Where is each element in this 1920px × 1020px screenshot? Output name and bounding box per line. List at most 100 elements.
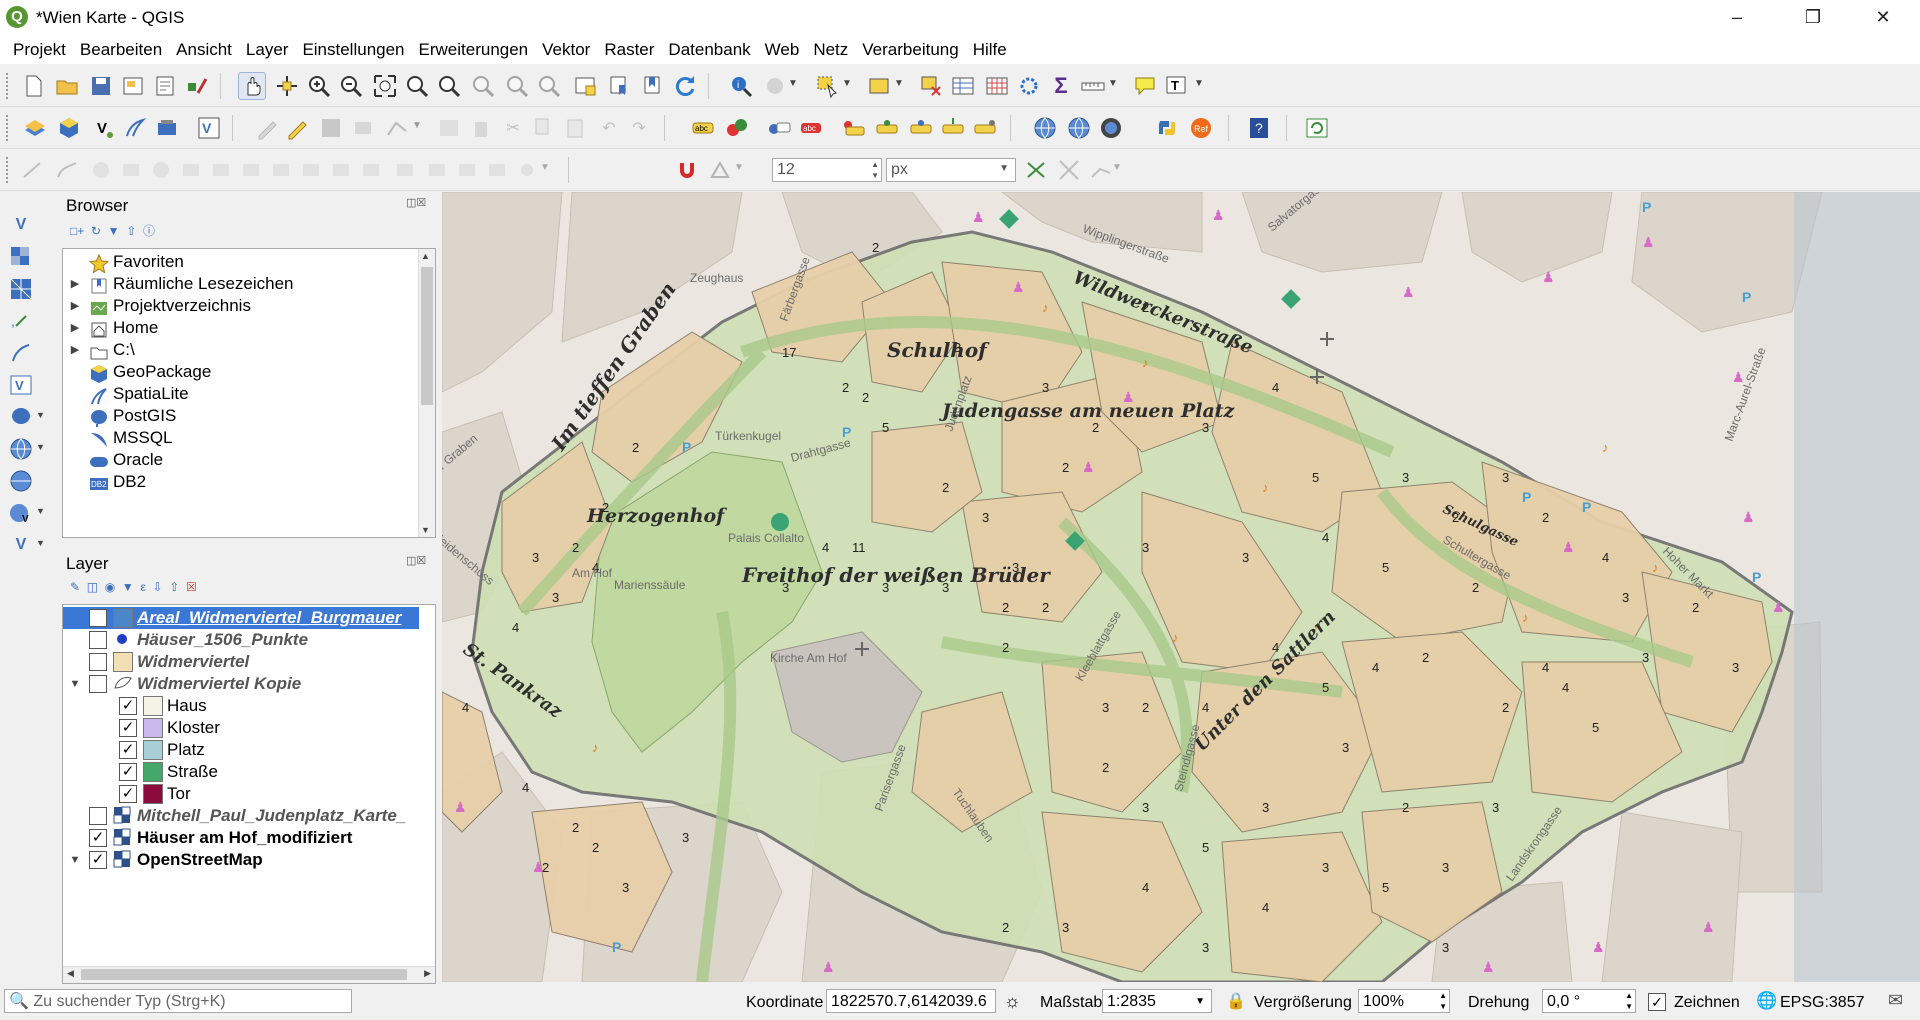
minimize-icon[interactable]: – <box>1706 0 1768 36</box>
filter-expression-icon[interactable]: ε <box>140 580 145 594</box>
panel-float-close-icons[interactable]: ◫☒ <box>406 554 426 567</box>
browser-item[interactable]: ▶ C:\ <box>63 339 418 361</box>
layer-item[interactable]: Areal_Widmerviertel_Burgmauer <box>63 607 419 629</box>
chevron-down-icon[interactable]: ▼ <box>788 78 814 104</box>
offset-curve-button[interactable] <box>268 157 294 183</box>
mouse-icon[interactable]: ☼ <box>1004 991 1021 1012</box>
chevron-down-icon[interactable]: ▼ <box>36 538 62 564</box>
messages-icon[interactable]: ✉ <box>1888 990 1903 1011</box>
wfs-globe-icon[interactable] <box>1066 115 1092 141</box>
select-features-button[interactable] <box>814 73 840 99</box>
refresh-icon[interactable]: ↻ <box>91 224 101 238</box>
map-tips-button[interactable] <box>1132 73 1158 99</box>
render-checkbox[interactable]: ✓ <box>1648 993 1666 1011</box>
move-label-button[interactable] <box>874 115 900 141</box>
modify-attributes-button[interactable] <box>436 115 462 141</box>
browser-item[interactable]: Favoriten <box>63 251 418 274</box>
vertex-tool-button[interactable] <box>384 115 410 141</box>
new-spatialite-layer-button[interactable] <box>122 115 148 141</box>
delete-ring-button[interactable] <box>178 157 204 183</box>
select-by-value-button[interactable] <box>866 73 892 99</box>
chevron-right-icon[interactable]: ▶ <box>69 295 81 317</box>
map-canvas[interactable]: 2332 2345 3232 4234 17 2 2 5 2332 3345 233 … <box>442 192 1920 982</box>
menu-datenbank[interactable]: Datenbank <box>661 36 757 64</box>
reshape-features-button[interactable] <box>238 157 264 183</box>
add-raster-layer-icon[interactable] <box>8 244 34 270</box>
collapse-all-icon[interactable]: ⇧ <box>126 224 136 238</box>
split-features-button[interactable] <box>392 157 418 183</box>
new-print-layout-button[interactable] <box>120 73 146 99</box>
delete-part-button[interactable] <box>208 157 234 183</box>
undo-icon[interactable]: ↶ <box>596 115 622 141</box>
trim-extend-button[interactable] <box>328 157 354 183</box>
new-project-button[interactable] <box>20 73 46 99</box>
browser-item[interactable]: DB2 DB2 <box>63 471 418 493</box>
add-part-button[interactable] <box>118 157 144 183</box>
snapping-mode-icon[interactable] <box>708 157 734 183</box>
add-wms-icon[interactable] <box>8 436 34 462</box>
rotate-point-symbols-button[interactable] <box>514 157 540 183</box>
chevron-down-icon[interactable]: ▼ <box>1108 78 1134 104</box>
remove-layer-icon[interactable]: ☒ <box>186 580 197 594</box>
spin-arrows-icon[interactable]: ▲ ▼ <box>871 159 879 181</box>
spin-arrows-icon[interactable]: ▲ ▼ <box>1439 990 1447 1012</box>
toolbox-button[interactable] <box>1016 73 1042 99</box>
toolbar-handle[interactable] <box>6 115 12 141</box>
add-vector-tile-icon[interactable]: V <box>8 500 34 526</box>
new-map-view-button[interactable] <box>572 73 598 99</box>
run-feature-action-button[interactable] <box>762 73 788 99</box>
open-project-button[interactable] <box>54 73 80 99</box>
collapse-all-icon[interactable]: ⇧ <box>169 580 179 594</box>
chevron-down-icon[interactable]: ▼ <box>842 78 868 104</box>
restore-icon[interactable]: ❐ <box>1782 0 1844 36</box>
refresh-button[interactable] <box>672 73 698 99</box>
add-ring-button[interactable] <box>88 157 114 183</box>
chevron-down-icon[interactable]: ▼ <box>69 849 81 871</box>
save-edits-button[interactable] <box>318 115 344 141</box>
change-label-button[interactable] <box>940 115 966 141</box>
menu-erweiterungen[interactable]: Erweiterungen <box>412 36 536 64</box>
browser-scrollbar[interactable]: ▲ ▼ <box>418 249 435 537</box>
zoom-in-button[interactable] <box>306 73 332 99</box>
wcs-globe-icon[interactable] <box>1098 115 1124 141</box>
zoom-native-button[interactable] <box>470 73 496 99</box>
split-parts-button[interactable] <box>424 157 450 183</box>
fill-ring-button[interactable] <box>148 157 174 183</box>
layer-visibility-checkbox[interactable]: ✓ <box>119 763 137 781</box>
zoom-out-button[interactable] <box>338 73 364 99</box>
layer-visibility-checkbox[interactable] <box>89 653 107 671</box>
browser-item[interactable]: ▶ Räumliche Lesezeichen <box>63 273 418 295</box>
text-annotation-button[interactable]: T <box>1164 73 1190 99</box>
add-feature-button[interactable] <box>350 115 376 141</box>
layer-visibility-checkbox[interactable]: ✓ <box>119 697 137 715</box>
browser-item[interactable]: PostGIS <box>63 405 418 427</box>
panel-float-close-icons[interactable]: ◫☒ <box>406 196 426 209</box>
menu-projekt[interactable]: Projekt <box>6 36 73 64</box>
layer-visibility-checkbox[interactable] <box>89 807 107 825</box>
browser-item[interactable]: MSSQL <box>63 427 418 449</box>
browser-item[interactable]: ▶ Projektverzeichnis <box>63 295 418 317</box>
info-icon[interactable]: ⓘ <box>143 224 155 238</box>
new-bookmark-button[interactable] <box>606 73 632 99</box>
menu-einstellungen[interactable]: Einstellungen <box>295 36 411 64</box>
zoom-to-selection-button[interactable] <box>404 73 430 99</box>
zoom-to-layer-button[interactable] <box>436 73 462 99</box>
merge-attributes-button[interactable] <box>484 157 510 183</box>
menu-vektor[interactable]: Vektor <box>535 36 597 64</box>
zoom-full-button[interactable] <box>372 73 398 99</box>
toolbar-handle[interactable] <box>6 73 12 99</box>
copy-features-button[interactable] <box>530 115 556 141</box>
paste-features-button[interactable] <box>562 115 588 141</box>
spin-arrows-icon[interactable]: ▲ ▼ <box>1625 990 1633 1012</box>
chevron-right-icon[interactable]: ▶ <box>69 339 81 361</box>
layer-visibility-checkbox[interactable]: ✓ <box>119 719 137 737</box>
menu-hilfe[interactable]: Hilfe <box>966 36 1014 64</box>
manage-map-themes-icon[interactable]: ◉ <box>105 580 115 594</box>
zoom-last-button[interactable] <box>504 73 530 99</box>
tracing-icon[interactable] <box>1088 157 1114 183</box>
data-source-manager-button[interactable] <box>22 115 48 141</box>
label-layer-button[interactable]: abc <box>690 115 716 141</box>
save-project-button[interactable] <box>88 73 114 99</box>
layer-visibility-checkbox[interactable] <box>89 631 107 649</box>
simplify-feature-button[interactable] <box>54 157 80 183</box>
